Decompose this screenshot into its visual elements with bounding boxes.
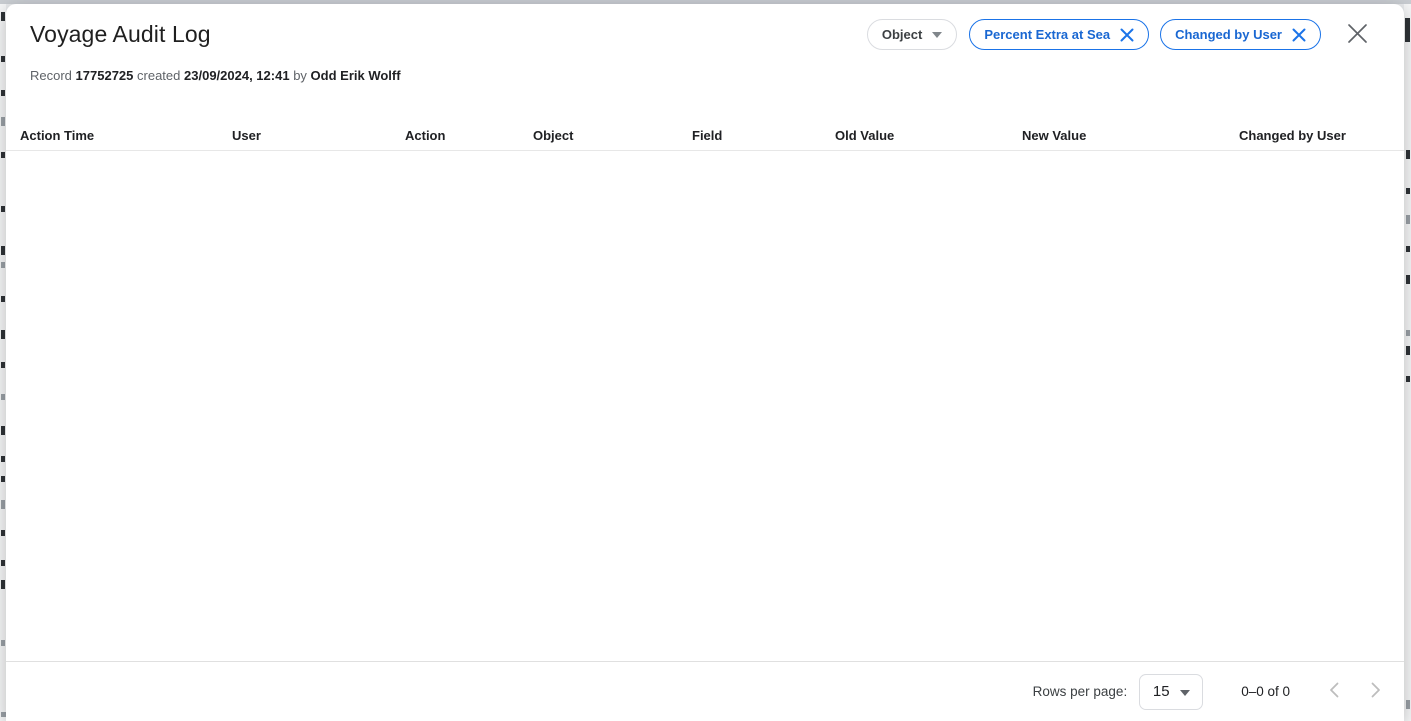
background-text-fragment: [1, 152, 5, 158]
created-timestamp: 23/09/2024, 12:41: [184, 68, 290, 83]
close-icon: [1347, 23, 1368, 47]
background-text-fragment: [1, 362, 5, 368]
column-header-field: Field: [692, 128, 722, 143]
background-text-fragment: [1406, 330, 1410, 336]
record-label: Record: [30, 68, 72, 83]
rows-per-page-label: Rows per page:: [1033, 684, 1128, 699]
page-title: Voyage Audit Log: [30, 21, 211, 48]
background-text-fragment: [1406, 215, 1410, 224]
chevron-right-icon: [1371, 682, 1381, 701]
background-text-fragment: [1406, 275, 1410, 284]
background-text-fragment: [1, 580, 5, 589]
background-text-fragment: [1, 476, 5, 482]
chevron-left-icon: [1329, 682, 1339, 701]
pagination-range: 0–0 of 0: [1241, 684, 1290, 699]
background-text-fragment: [1, 246, 5, 255]
record-summary: Record 17752725 created 23/09/2024, 12:4…: [30, 68, 401, 83]
background-text-fragment: [1, 90, 5, 96]
column-header-new-value: New Value: [1022, 128, 1086, 143]
background-text-fragment: [1406, 188, 1410, 194]
created-label: created: [137, 68, 180, 83]
audit-table-empty-body: [6, 151, 1404, 660]
background-text-fragment: [1, 640, 5, 646]
rows-per-page-value: 15: [1153, 683, 1170, 700]
group-by-object-dropdown[interactable]: Object: [867, 19, 957, 50]
column-header-action: Action: [405, 128, 445, 143]
record-id: 17752725: [76, 68, 134, 83]
remove-filter-icon[interactable]: [1292, 28, 1306, 42]
background-text-fragment: [1406, 346, 1410, 355]
background-text-fragment: [1, 394, 5, 400]
background-text-fragment: [1, 206, 5, 212]
remove-filter-icon[interactable]: [1120, 28, 1134, 42]
background-text-fragment: [1, 117, 5, 126]
filter-chip-label: Percent Extra at Sea: [984, 27, 1110, 42]
column-header-changed-by-user: Changed by User: [1239, 128, 1346, 143]
chevron-down-icon: [932, 32, 942, 38]
background-text-fragment: [1, 12, 5, 21]
background-text-fragment: [1, 500, 5, 509]
next-page-button[interactable]: [1362, 678, 1390, 706]
pagination-bar: Rows per page: 15 0–0 of 0: [6, 661, 1404, 721]
column-header-object: Object: [533, 128, 573, 143]
rows-per-page-select[interactable]: 15: [1139, 674, 1203, 710]
background-text-fragment: [1, 530, 5, 536]
background-text-fragment: [1, 560, 5, 566]
background-text-fragment: [1406, 700, 1410, 709]
filter-chip-label: Changed by User: [1175, 27, 1282, 42]
filter-chip-percent-extra-at-sea[interactable]: Percent Extra at Sea: [969, 19, 1149, 50]
background-text-fragment: [1, 296, 5, 302]
filter-chip-changed-by-user[interactable]: Changed by User: [1160, 19, 1321, 50]
chevron-down-icon: [1180, 683, 1190, 701]
background-text-fragment: [1406, 150, 1410, 159]
previous-page-button[interactable]: [1320, 678, 1348, 706]
background-page-right-strip: [1404, 4, 1411, 721]
background-text-fragment: [1406, 376, 1410, 382]
filter-chip-row: Object Percent Extra at Sea Changed by U…: [867, 19, 1372, 50]
background-text-fragment: [1, 330, 5, 339]
column-header-old-value: Old Value: [835, 128, 894, 143]
background-text-fragment: [1, 56, 5, 62]
audit-table-header: Action Time User Action Object Field Old…: [6, 118, 1404, 150]
background-text-fragment: [1, 262, 5, 268]
group-by-object-label: Object: [882, 27, 922, 42]
background-text-fragment: [1, 426, 5, 435]
background-text-fragment: [1406, 246, 1410, 252]
by-label: by: [293, 68, 307, 83]
background-text-fragment: [1405, 18, 1410, 42]
voyage-audit-log-dialog: Voyage Audit Log Record 17752725 created…: [6, 4, 1404, 721]
background-text-fragment: [1, 456, 5, 462]
close-button[interactable]: [1342, 20, 1372, 50]
column-header-action-time: Action Time: [20, 128, 94, 143]
column-header-user: User: [232, 128, 261, 143]
created-by-user: Odd Erik Wolff: [311, 68, 401, 83]
